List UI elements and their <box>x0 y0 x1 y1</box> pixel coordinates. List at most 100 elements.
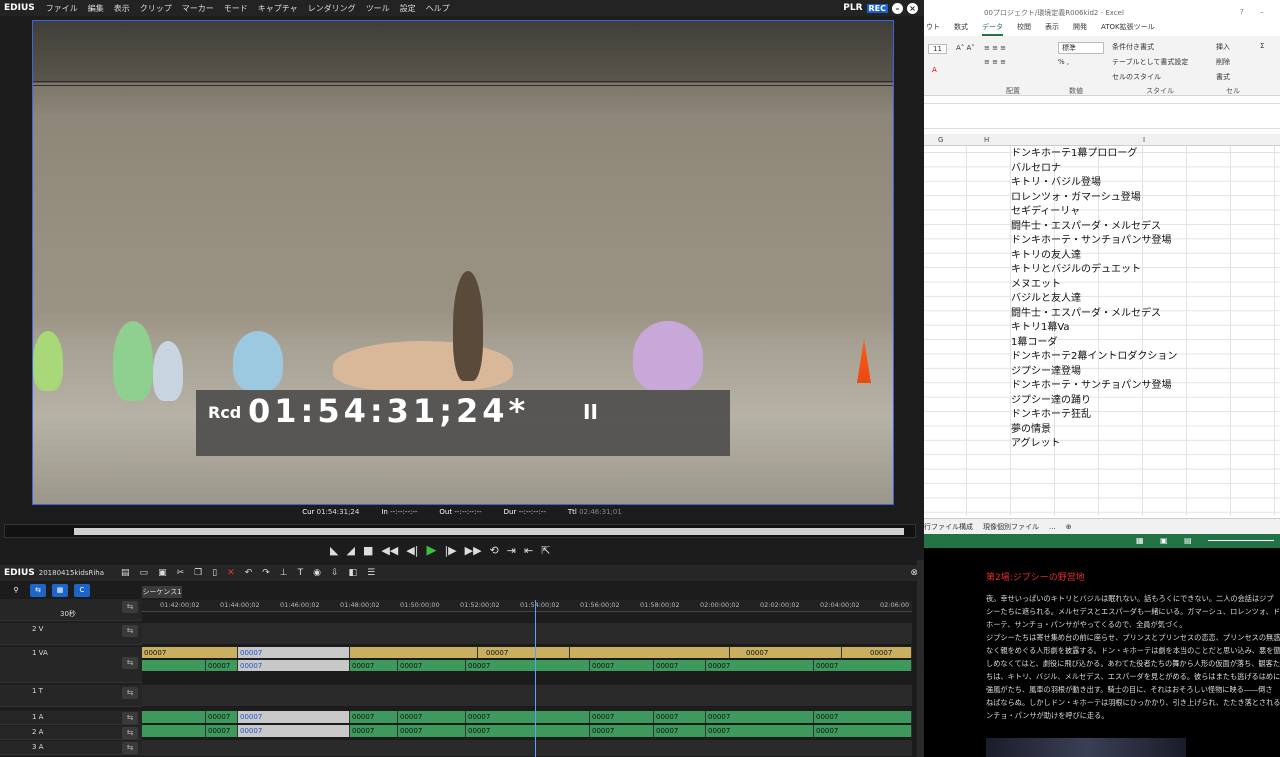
menu-edit[interactable]: 編集 <box>83 3 109 14</box>
menu-marker[interactable]: マーカー <box>177 3 219 14</box>
swap-icon[interactable]: ⇆ <box>122 687 138 699</box>
overwrite-icon[interactable]: ⇤ <box>524 544 533 557</box>
column-header[interactable]: H <box>984 136 989 144</box>
delete-icon[interactable]: ✕ <box>222 568 240 578</box>
lane-2v[interactable] <box>142 623 912 645</box>
lane-2a[interactable]: 00007 00007 00007 00007 00007 00007 0000… <box>142 725 912 738</box>
cell[interactable]: キトリ・バジル登場 <box>1011 176 1101 190</box>
save-icon[interactable]: ▣ <box>153 568 172 578</box>
formula-bar[interactable] <box>924 103 1280 129</box>
audio-clip[interactable]: 00007 <box>590 660 654 671</box>
cell[interactable]: セギディーリャ <box>1011 205 1080 219</box>
paste-icon[interactable]: ▯ <box>207 568 222 578</box>
swap-icon[interactable]: ⇆ <box>122 601 138 613</box>
menu-tools[interactable]: ツール <box>361 3 395 14</box>
menu-capture[interactable]: キャプチャ <box>253 3 303 14</box>
minimize-icon[interactable]: – <box>892 2 903 14</box>
rec-label[interactable]: REC <box>866 3 888 13</box>
link-icon[interactable]: C <box>74 584 90 597</box>
audio-clip[interactable]: 00007 <box>466 725 590 737</box>
swap-icon[interactable]: ⇆ <box>122 727 138 739</box>
insert-button[interactable]: 挿入 <box>1216 42 1230 52</box>
trim-icon[interactable]: ⊥ <box>275 568 293 578</box>
grow-font-icon[interactable]: A˄ A˅ <box>956 44 975 52</box>
audio-clip[interactable]: 00007 <box>706 725 814 737</box>
view-normal-icon[interactable]: ▦ <box>1136 536 1144 545</box>
cell[interactable]: 闘牛士・エスパーダ・メルセデス <box>1011 220 1161 234</box>
set-out-icon[interactable]: ◢ <box>346 544 354 557</box>
cell[interactable]: ドンキホーテ・サンチョパンサ登場 <box>1011 379 1172 393</box>
swap-icon[interactable]: ⇆ <box>122 712 138 724</box>
zoom-label[interactable]: 30秒 <box>60 609 76 619</box>
track-header-1t[interactable]: 1 T ⇆ <box>0 685 142 707</box>
view-pagebreak-icon[interactable]: ▤ <box>1184 536 1192 545</box>
audio-clip[interactable]: 00007 <box>814 660 912 671</box>
track-header-1va[interactable]: 1 VA ⇆ <box>0 647 142 683</box>
audio-clip[interactable]: 00007 <box>350 725 398 737</box>
audio-clip[interactable]: 00007 <box>350 711 398 723</box>
audio-clip-selected[interactable]: 00007 <box>238 660 350 671</box>
cell[interactable]: ドンキホーテ狂乱 <box>1011 408 1091 422</box>
cell[interactable]: メヌエット <box>1011 278 1061 292</box>
menu-help[interactable]: ヘルプ <box>421 3 455 14</box>
sheet-tab[interactable]: 現像個別ファイル <box>983 522 1039 532</box>
menu-clip[interactable]: クリップ <box>135 3 177 14</box>
redo-icon[interactable]: ↷ <box>257 568 275 578</box>
track-header-2a[interactable]: 2 A ⇆ <box>0 726 142 740</box>
spreadsheet-grid[interactable]: ドンキホーテ1幕プロローグ バルセロナ キトリ・バジル登場 ロレンツォ・ガマーシ… <box>924 146 1280 516</box>
view-layout-icon[interactable]: ▣ <box>1160 536 1168 545</box>
audio-clip[interactable]: 00007 <box>590 725 654 737</box>
cell[interactable]: バルセロナ <box>1011 162 1061 176</box>
tab-layout[interactable]: ウト <box>926 22 940 36</box>
audio-clip[interactable]: 00007 <box>814 711 912 723</box>
column-header[interactable]: G <box>938 136 943 144</box>
swap-icon[interactable]: ⇆ <box>122 625 138 637</box>
video-clip[interactable] <box>350 647 478 658</box>
marker-icon[interactable]: ◧ <box>344 568 363 578</box>
tab-review[interactable]: 校閲 <box>1017 22 1031 36</box>
number-format-select[interactable]: 標準 <box>1058 42 1104 54</box>
audio-clip[interactable]: 00007 <box>398 725 466 737</box>
list-icon[interactable]: ☰ <box>362 568 380 578</box>
cell-style-button[interactable]: セルのスタイル <box>1112 72 1161 82</box>
zoom-slider[interactable] <box>1208 540 1274 541</box>
column-header[interactable]: I <box>1143 136 1145 144</box>
text-icon[interactable]: T <box>293 568 309 578</box>
video-clip[interactable]: 00007 <box>730 647 842 658</box>
cell[interactable]: ドンキホーテ1幕プロローグ <box>1011 147 1137 161</box>
sheet-tab-more[interactable]: ... <box>1049 523 1056 531</box>
track-header-3a[interactable]: 3 A ⇆ <box>0 741 142 755</box>
audio-clip[interactable]: 00007 <box>350 660 398 671</box>
plr-label[interactable]: PLR <box>843 3 862 13</box>
tab-atok[interactable]: ATOK拡張ツール <box>1101 22 1155 36</box>
cell[interactable]: バジルと友人達 <box>1011 292 1081 306</box>
tab-sequence[interactable]: シーケンス1 <box>142 586 182 598</box>
cell[interactable]: ジプシー達の踊り <box>1011 394 1091 408</box>
cell[interactable]: ドンキホーテ・サンチョパンサ登場 <box>1011 234 1172 248</box>
audio-clip[interactable]: 00007 <box>654 711 706 723</box>
swap-icon[interactable]: ⇆ <box>122 657 138 669</box>
align-icon[interactable]: ≡ ≡ ≡ <box>984 44 1006 52</box>
sync-icon[interactable]: ▦ <box>52 584 68 597</box>
tab-view[interactable]: 表示 <box>1045 22 1059 36</box>
audio-clip[interactable]: 00007 <box>706 660 814 671</box>
audio-clip[interactable]: 00007 <box>206 711 238 723</box>
font-size-select[interactable]: 11 <box>928 44 947 54</box>
cut-icon[interactable]: ✂ <box>172 568 190 578</box>
lane-3a[interactable] <box>142 740 912 757</box>
minimize-icon[interactable]: – <box>1260 8 1264 16</box>
step-back-icon[interactable]: ◀| <box>406 544 418 557</box>
audio-clip[interactable]: 00007 <box>654 660 706 671</box>
audio-clip[interactable]: 00007 <box>706 711 814 723</box>
cell[interactable]: 闘牛士・エスパーダ・メルセデス <box>1011 307 1161 321</box>
lane-1va-audio[interactable]: 00007 00007 00007 00007 00007 00007 0000… <box>142 660 912 672</box>
export-icon[interactable]: ⇱ <box>541 544 550 557</box>
audio-clip[interactable]: 00007 <box>466 711 590 723</box>
delete-button[interactable]: 削除 <box>1216 57 1230 67</box>
audio-clip[interactable]: 00007 <box>654 725 706 737</box>
cell[interactable]: キトリの友人達 <box>1011 249 1081 263</box>
video-clip[interactable] <box>570 647 730 658</box>
playhead[interactable] <box>535 600 536 757</box>
cell[interactable]: キトリ1幕Va <box>1011 321 1070 335</box>
help-icon[interactable]: ? <box>1240 8 1244 16</box>
